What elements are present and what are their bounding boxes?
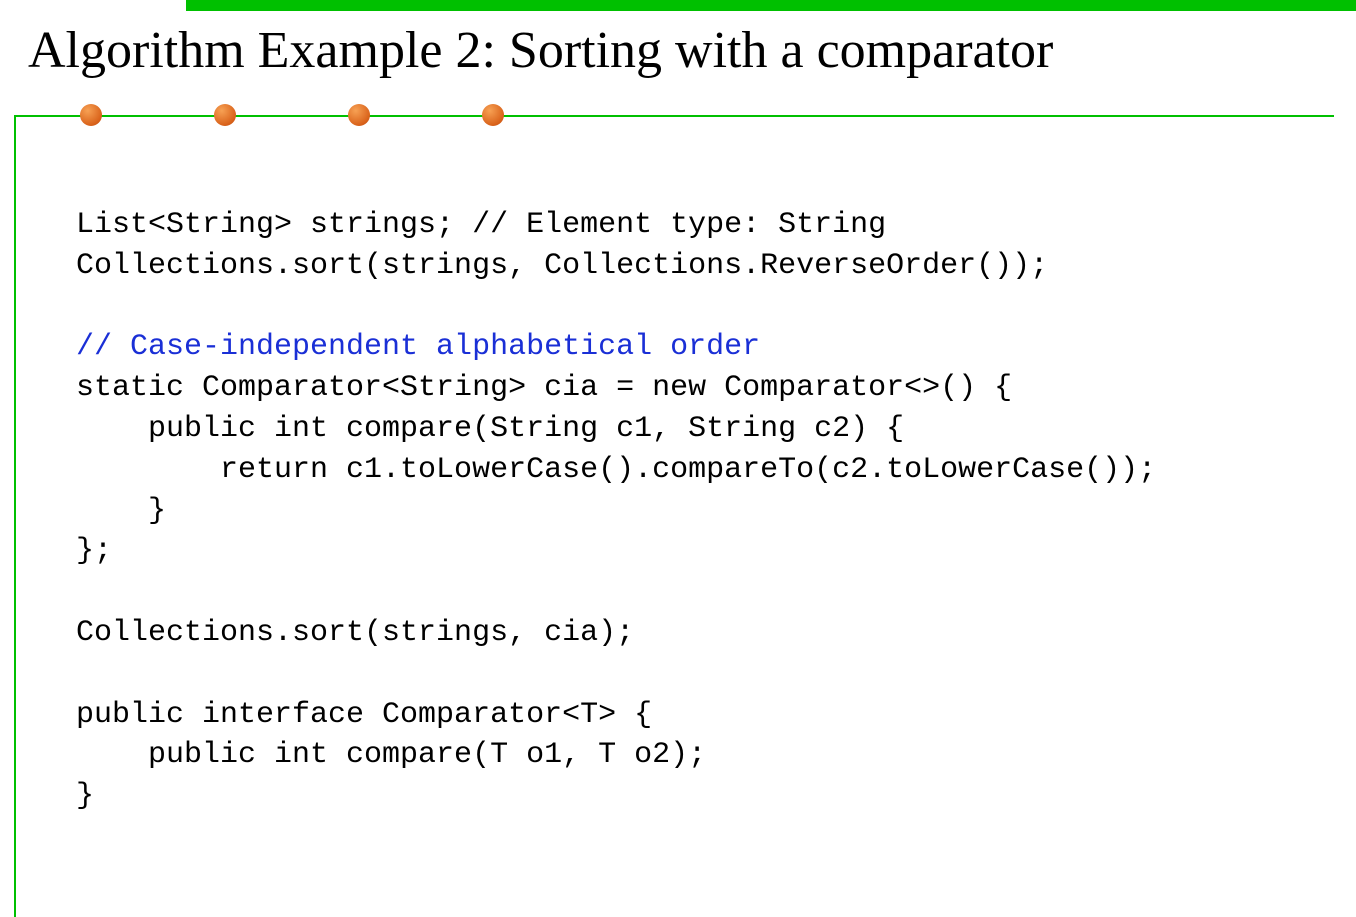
code-line: } bbox=[76, 494, 166, 528]
code-line: }; bbox=[76, 534, 112, 568]
code-line: static Comparator<String> cia = new Comp… bbox=[76, 371, 1012, 405]
code-line: } bbox=[76, 779, 94, 813]
code-line: Collections.sort(strings, Collections.Re… bbox=[76, 249, 1048, 283]
code-comment: // Case-independent alphabetical order bbox=[76, 330, 760, 364]
code-line: return c1.toLowerCase().compareTo(c2.toL… bbox=[76, 453, 1156, 487]
top-accent-bar bbox=[186, 0, 1356, 11]
code-line: List<String> strings; // Element type: S… bbox=[76, 208, 886, 242]
slide-title: Algorithm Example 2: Sorting with a comp… bbox=[28, 21, 1336, 81]
code-line: Collections.sort(strings, cia); bbox=[76, 616, 634, 650]
code-block: List<String> strings; // Element type: S… bbox=[76, 205, 1326, 817]
dot-icon bbox=[348, 104, 370, 126]
slide: Algorithm Example 2: Sorting with a comp… bbox=[0, 0, 1356, 917]
decor-dots bbox=[80, 104, 504, 126]
left-border bbox=[14, 115, 16, 917]
dot-icon bbox=[482, 104, 504, 126]
code-line: public int compare(T o1, T o2); bbox=[76, 738, 706, 772]
dot-icon bbox=[80, 104, 102, 126]
code-line: public int compare(String c1, String c2)… bbox=[76, 412, 904, 446]
dot-icon bbox=[214, 104, 236, 126]
code-line: public interface Comparator<T> { bbox=[76, 698, 652, 732]
